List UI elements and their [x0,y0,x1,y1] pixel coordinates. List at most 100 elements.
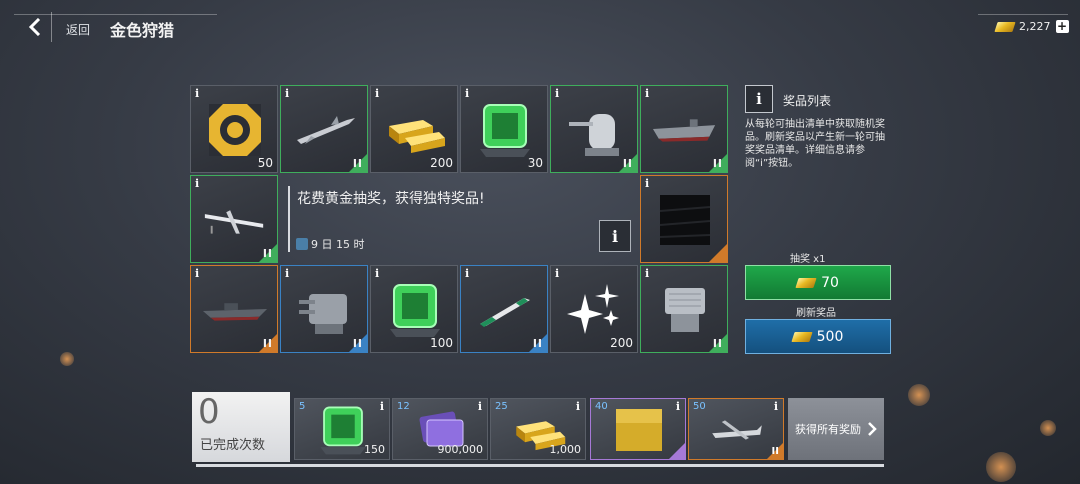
draw-cost: 70 [821,274,839,291]
gold-counter: 2,227 + [994,20,1069,33]
info-icon[interactable]: i [645,177,649,190]
milestone-quantity: 1,000 [549,443,582,456]
refresh-button[interactable]: 500 [745,319,891,354]
rarity-corner [709,244,727,262]
lottery-headline: 花费黄金抽奖，获得独特奖品! [297,191,485,207]
milestone-reward-5[interactable]: 5 i 150 [294,398,390,460]
prize-tile-launcher[interactable]: i II [640,265,728,353]
seaplane-icon [709,407,765,453]
draw-button[interactable]: 70 [745,265,891,300]
gold-bars-icon [381,96,449,164]
completed-count: 0 [198,392,220,432]
milestone-threshold: 5 [299,401,306,412]
info-icon[interactable]: i [676,400,680,413]
completed-counter: 0 已完成次数 [192,392,290,462]
milestone-quantity: 150 [364,443,385,456]
gold-tile-icon [611,407,667,453]
milestone-reward-50[interactable]: 50 i II [688,398,784,460]
prize-tile-turret[interactable]: i II [280,265,368,353]
info-icon[interactable]: i [195,87,199,100]
info-icon[interactable]: i [195,177,199,190]
prize-tier: II [352,337,363,350]
info-icon[interactable]: i [375,267,379,280]
milestone-threshold: 12 [397,401,410,412]
center-accent-bar [288,186,290,252]
prize-tier: II [262,247,273,260]
info-icon[interactable]: i [375,87,379,100]
prize-tier: II [352,157,363,170]
milestone-tier: II [771,446,779,457]
prize-tier: II [712,157,723,170]
prize-tile-destroyer[interactable]: i II [190,265,278,353]
info-icon[interactable]: i [555,87,559,100]
event-info-button[interactable]: i [599,220,631,252]
green-module-icon [381,276,449,344]
info-icon[interactable]: i [380,400,384,413]
milestone-threshold: 40 [595,401,608,412]
prize-tier: II [262,337,273,350]
info-icon[interactable]: i [465,87,469,100]
back-label[interactable]: 返回 [66,21,90,38]
ember-4 [1040,420,1056,436]
milestone-reward-25[interactable]: 25 i 1,000 [490,398,586,460]
prize-list-description: 从每轮可抽出清单中获取随机奖品。刷新奖品以产生新一轮可抽奖奖品清单。详细信息请参… [745,119,885,169]
prize-tile-drone[interactable]: i II [190,175,278,263]
milestone-reward-40[interactable]: 40 i [590,398,686,460]
prize-quantity: 200 [610,336,633,350]
prize-tile-gold-bars[interactable]: i 200 [370,85,458,173]
info-icon[interactable]: i [555,267,559,280]
info-icon[interactable]: i [478,400,482,413]
gold-bar-icon [795,277,817,288]
gold-insignia-icon [201,96,269,164]
prize-tile-sparkles[interactable]: i 200 [550,265,638,353]
prize-tile-camouflage[interactable]: i [640,175,728,263]
prize-quantity: 50 [257,156,273,170]
prize-list-info-button[interactable]: i [745,85,773,113]
prize-quantity: 200 [430,156,453,170]
event-timer: 9 日 15 时 [296,236,365,252]
prize-quantity: 100 [430,336,453,350]
add-gold-button[interactable]: + [1055,20,1069,33]
prize-tile-green-module-2[interactable]: i 100 [370,265,458,353]
milestone-threshold: 50 [693,401,706,412]
draw-label: 抽奖 x1 [790,254,826,265]
info-icon[interactable]: i [285,87,289,100]
prize-tier: II [622,157,633,170]
claim-all-label: 获得所有奖励 [795,423,861,436]
prize-tile-carrier[interactable]: i II [640,85,728,173]
prize-quantity: 30 [527,156,543,170]
hourglass-icon [296,238,308,250]
gold-amount: 2,227 [1019,20,1051,33]
green-module-icon [471,96,539,164]
milestone-reward-12[interactable]: 12 i 900,000 [392,398,488,460]
info-icon[interactable]: i [576,400,580,413]
prize-tile-green-module[interactable]: i 30 [460,85,548,173]
prize-tile-insignia[interactable]: i 50 [190,85,278,173]
refresh-label: 刷新奖品 [796,308,836,319]
info-icon[interactable]: i [465,267,469,280]
info-icon[interactable]: i [285,267,289,280]
info-icon[interactable]: i [195,267,199,280]
refresh-cost: 500 [816,328,844,345]
sparkle-icon [561,276,629,344]
prize-tile-torpedo[interactable]: i II [460,265,548,353]
rarity-corner [669,443,685,459]
page-title: 金色狩猎 [110,21,175,40]
back-button[interactable] [18,12,52,42]
gold-counter-line [978,14,1068,15]
prize-tier: II [712,337,723,350]
info-icon[interactable]: i [645,87,649,100]
prize-tile-missile[interactable]: i II [280,85,368,173]
progress-track [196,464,884,467]
prize-tier: II [532,337,543,350]
prize-tile-naval-gun[interactable]: i II [550,85,638,173]
info-icon[interactable]: i [645,267,649,280]
milestone-quantity: 900,000 [437,443,484,456]
gold-bar-icon [791,331,813,342]
timer-text: 9 日 15 时 [311,238,365,251]
claim-all-button[interactable]: 获得所有奖励 [788,398,884,460]
prize-list-title: 奖品列表 [783,94,832,108]
gold-bar-icon [994,21,1016,32]
ember-1 [60,352,74,366]
info-icon[interactable]: i [774,400,778,413]
